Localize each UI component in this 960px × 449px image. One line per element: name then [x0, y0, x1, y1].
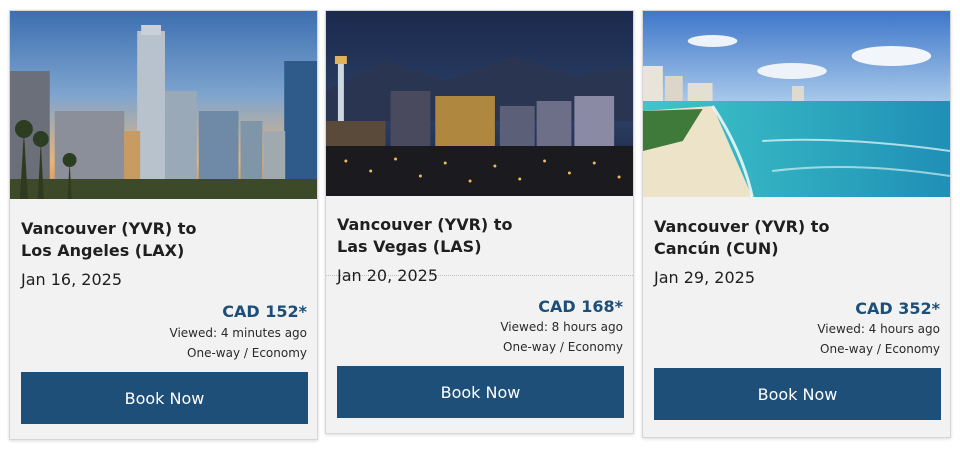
departure-date: Jan 16, 2025 — [21, 270, 122, 289]
deal-card-las[interactable]: Vancouver (YVR) to Las Vegas (LAS) Jan 2… — [325, 10, 634, 434]
fare-price: CAD 352* — [855, 299, 940, 318]
book-now-button[interactable]: Book Now — [21, 372, 308, 424]
los-angeles-skyline-photo — [10, 11, 317, 199]
deal-card-lax[interactable]: Vancouver (YVR) to Los Angeles (LAX) Jan… — [9, 10, 318, 440]
fare-type: One-way / Economy — [187, 346, 307, 360]
las-vegas-night-photo — [326, 11, 633, 196]
departure-date: Jan 20, 2025 — [337, 266, 438, 285]
route-origin: Vancouver (YVR) to — [654, 217, 830, 236]
route-title: Vancouver (YVR) to Los Angeles (LAX) — [21, 218, 306, 262]
fare-type: One-way / Economy — [503, 340, 623, 354]
last-viewed: Viewed: 4 minutes ago — [169, 326, 307, 340]
route-destination: Los Angeles (LAX) — [21, 241, 185, 260]
route-destination: Cancún (CUN) — [654, 239, 779, 258]
last-viewed: Viewed: 4 hours ago — [817, 322, 940, 336]
deal-card-cun[interactable]: Vancouver (YVR) to Cancún (CUN) Jan 29, … — [642, 10, 951, 438]
fare-type: One-way / Economy — [820, 342, 940, 356]
route-title: Vancouver (YVR) to Las Vegas (LAS) — [337, 214, 622, 258]
departure-date: Jan 29, 2025 — [654, 268, 755, 287]
flight-deals-carousel: Vancouver (YVR) to Los Angeles (LAX) Jan… — [0, 0, 960, 449]
route-title: Vancouver (YVR) to Cancún (CUN) — [654, 216, 939, 260]
route-origin: Vancouver (YVR) to — [21, 219, 197, 238]
fare-price: CAD 168* — [538, 297, 623, 316]
book-now-button[interactable]: Book Now — [337, 366, 624, 418]
fare-price: CAD 152* — [222, 302, 307, 321]
cancun-beach-photo — [643, 11, 950, 197]
route-destination: Las Vegas (LAS) — [337, 237, 482, 256]
last-viewed: Viewed: 8 hours ago — [500, 320, 623, 334]
route-origin: Vancouver (YVR) to — [337, 215, 513, 234]
book-now-button[interactable]: Book Now — [654, 368, 941, 420]
